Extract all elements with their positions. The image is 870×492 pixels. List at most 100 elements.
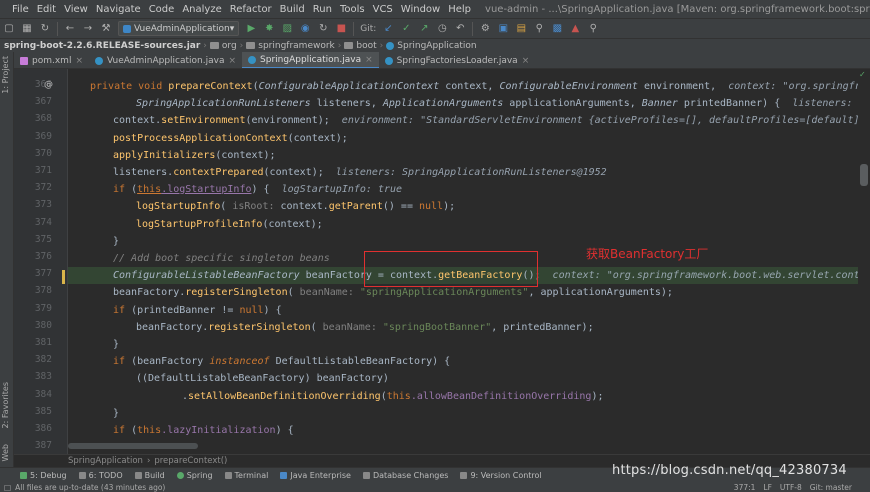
menu-file[interactable]: File bbox=[8, 4, 33, 15]
history-clock-icon[interactable]: ◷ bbox=[434, 21, 450, 37]
sdk-icon[interactable]: ▤ bbox=[513, 21, 529, 37]
close-icon[interactable]: × bbox=[365, 55, 373, 65]
search-icon[interactable]: ⚲ bbox=[531, 21, 547, 37]
menu-run[interactable]: Run bbox=[309, 4, 336, 15]
menu-help[interactable]: Help bbox=[444, 4, 475, 15]
tool-todo[interactable]: 6: TODO bbox=[78, 470, 123, 480]
menu-window[interactable]: Window bbox=[397, 4, 444, 15]
code-line-368: context.setEnvironment(environment); env… bbox=[113, 112, 858, 129]
tool-version-control[interactable]: 9: Version Control bbox=[460, 471, 542, 480]
coverage-icon[interactable]: ▨ bbox=[279, 21, 295, 37]
git-commit-icon[interactable]: ✓ bbox=[398, 21, 414, 37]
code-token: } bbox=[113, 236, 120, 247]
menu-navigate[interactable]: Navigate bbox=[92, 4, 145, 15]
run-config-selector[interactable]: VueAdminApplication ▾ bbox=[118, 21, 240, 36]
sync-icon[interactable]: ↻ bbox=[37, 21, 53, 37]
code-line-386: if (this.lazyInitialization) { bbox=[113, 422, 858, 439]
tool-spring[interactable]: Spring bbox=[176, 471, 213, 480]
web-tool-tab[interactable]: Web bbox=[1, 444, 10, 461]
nav-jar[interactable]: spring-boot-2.2.6.RELEASE-sources.jar bbox=[4, 41, 200, 51]
code-token: logStartupInfo bbox=[136, 201, 221, 212]
line-number: 381 bbox=[34, 337, 52, 348]
nav-separator: › bbox=[337, 40, 342, 51]
git-branch[interactable]: Git: master bbox=[810, 483, 852, 492]
menu-refactor[interactable]: Refactor bbox=[226, 4, 276, 15]
project-structure-icon[interactable]: ▣ bbox=[495, 21, 511, 37]
code-token: (beanFactory bbox=[131, 356, 210, 367]
class-icon bbox=[95, 56, 103, 65]
rollback-icon[interactable]: ↶ bbox=[452, 21, 468, 37]
tool-java-enterprise[interactable]: Java Enterprise bbox=[280, 471, 351, 480]
debug-bug-icon[interactable]: ✸ bbox=[261, 21, 277, 37]
menu-build[interactable]: Build bbox=[276, 4, 309, 15]
chevron-down-icon: ▾ bbox=[229, 23, 235, 34]
project-tool-tab[interactable]: 1: Project bbox=[1, 56, 10, 94]
tab-pom-xml[interactable]: pom.xml × bbox=[14, 52, 89, 68]
parameter-hint: beanName: bbox=[299, 287, 360, 298]
code-token: this bbox=[386, 391, 411, 402]
zoom-search-icon[interactable]: ⚲ bbox=[585, 21, 601, 37]
nav-springframework[interactable]: springframework bbox=[246, 41, 335, 51]
tool-terminal[interactable]: Terminal bbox=[224, 471, 268, 480]
tab-vueadminapplication[interactable]: VueAdminApplication.java × bbox=[89, 52, 242, 68]
tool-build[interactable]: Build bbox=[134, 471, 165, 480]
code-token: environment, bbox=[637, 81, 729, 92]
menu-tools[interactable]: Tools bbox=[336, 4, 369, 15]
favorites-tool-tab[interactable]: 2: Favorites bbox=[1, 382, 10, 428]
build-hammer-icon bbox=[134, 471, 142, 479]
rerun-icon[interactable]: ↻ bbox=[315, 21, 331, 37]
maven-icon bbox=[20, 56, 28, 65]
menu-edit[interactable]: Edit bbox=[33, 4, 60, 15]
translate-icon[interactable]: ▩ bbox=[549, 21, 565, 37]
run-icon[interactable]: ▶ bbox=[243, 21, 259, 37]
nav-springapplication[interactable]: SpringApplication bbox=[386, 41, 477, 51]
code-line-385: } bbox=[113, 405, 858, 422]
code-token: ((DefaultListableBeanFactory) beanFactor… bbox=[136, 373, 389, 384]
nav-org[interactable]: org bbox=[209, 41, 237, 51]
settings-wrench-icon[interactable]: ⚙ bbox=[477, 21, 493, 37]
close-icon[interactable]: × bbox=[75, 56, 83, 66]
code-token: instanceof bbox=[209, 356, 276, 367]
horizontal-scrollbar[interactable] bbox=[68, 443, 198, 449]
line-number-gutter[interactable]: 366 367 368 369 370 371 372 373 374 375 … bbox=[14, 69, 68, 454]
menu-vcs[interactable]: VCS bbox=[369, 4, 397, 15]
code-line-372: if (this.logStartupInfo) { logStartupInf… bbox=[113, 181, 858, 198]
nav-boot[interactable]: boot bbox=[344, 41, 377, 51]
tab-springapplication[interactable]: SpringApplication.java × bbox=[242, 52, 379, 68]
plugin-icon[interactable]: ▲ bbox=[567, 21, 583, 37]
scrollbar-thumb[interactable] bbox=[860, 164, 868, 186]
debug-value: listeners: SpringApplicationRunListeners… bbox=[335, 167, 607, 178]
forward-arrow-icon[interactable]: → bbox=[80, 21, 96, 37]
breadcrumb-method[interactable]: prepareContext() bbox=[154, 456, 227, 466]
line-number: 369 bbox=[34, 131, 52, 142]
code-line-371: listeners.contextPrepared(context); list… bbox=[113, 164, 858, 181]
menu-code[interactable]: Code bbox=[145, 4, 179, 15]
nav-springframework-label: springframework bbox=[258, 40, 335, 51]
tool-todo-label: 6: TODO bbox=[88, 470, 123, 480]
tool-debug[interactable]: 5: Debug bbox=[20, 471, 67, 480]
vertical-scrollbar[interactable]: ✓ bbox=[858, 69, 870, 454]
back-arrow-icon[interactable]: ← bbox=[62, 21, 78, 37]
stop-icon[interactable]: ■ bbox=[333, 21, 349, 37]
open-folder-icon[interactable]: ▢ bbox=[1, 21, 17, 37]
tab-springfactoriesloader[interactable]: SpringFactoriesLoader.java × bbox=[379, 52, 536, 68]
menu-view[interactable]: View bbox=[60, 4, 92, 15]
file-encoding[interactable]: UTF-8 bbox=[780, 483, 802, 492]
close-icon[interactable]: × bbox=[228, 56, 236, 66]
caret-position[interactable]: 377:1 bbox=[734, 483, 756, 492]
git-update-icon[interactable]: ↙ bbox=[380, 21, 396, 37]
breadcrumb-class[interactable]: SpringApplication bbox=[68, 456, 143, 466]
git-push-icon[interactable]: ↗ bbox=[416, 21, 432, 37]
menu-bar: File Edit View Navigate Code Analyze Ref… bbox=[0, 0, 870, 18]
build-hammer-icon[interactable]: ⚒ bbox=[98, 21, 114, 37]
run-config-label: VueAdminApplication bbox=[134, 23, 230, 34]
profile-icon[interactable]: ◉ bbox=[297, 21, 313, 37]
close-icon[interactable]: × bbox=[522, 56, 530, 66]
save-all-icon[interactable]: ▦ bbox=[19, 21, 35, 37]
line-separator[interactable]: LF bbox=[763, 483, 772, 492]
code-token: .allowBeanDefinitionOverriding bbox=[410, 391, 592, 402]
menu-analyze[interactable]: Analyze bbox=[178, 4, 225, 15]
tool-database-changes[interactable]: Database Changes bbox=[362, 471, 448, 480]
code-token: if bbox=[113, 356, 132, 367]
nav-separator: › bbox=[379, 40, 384, 51]
